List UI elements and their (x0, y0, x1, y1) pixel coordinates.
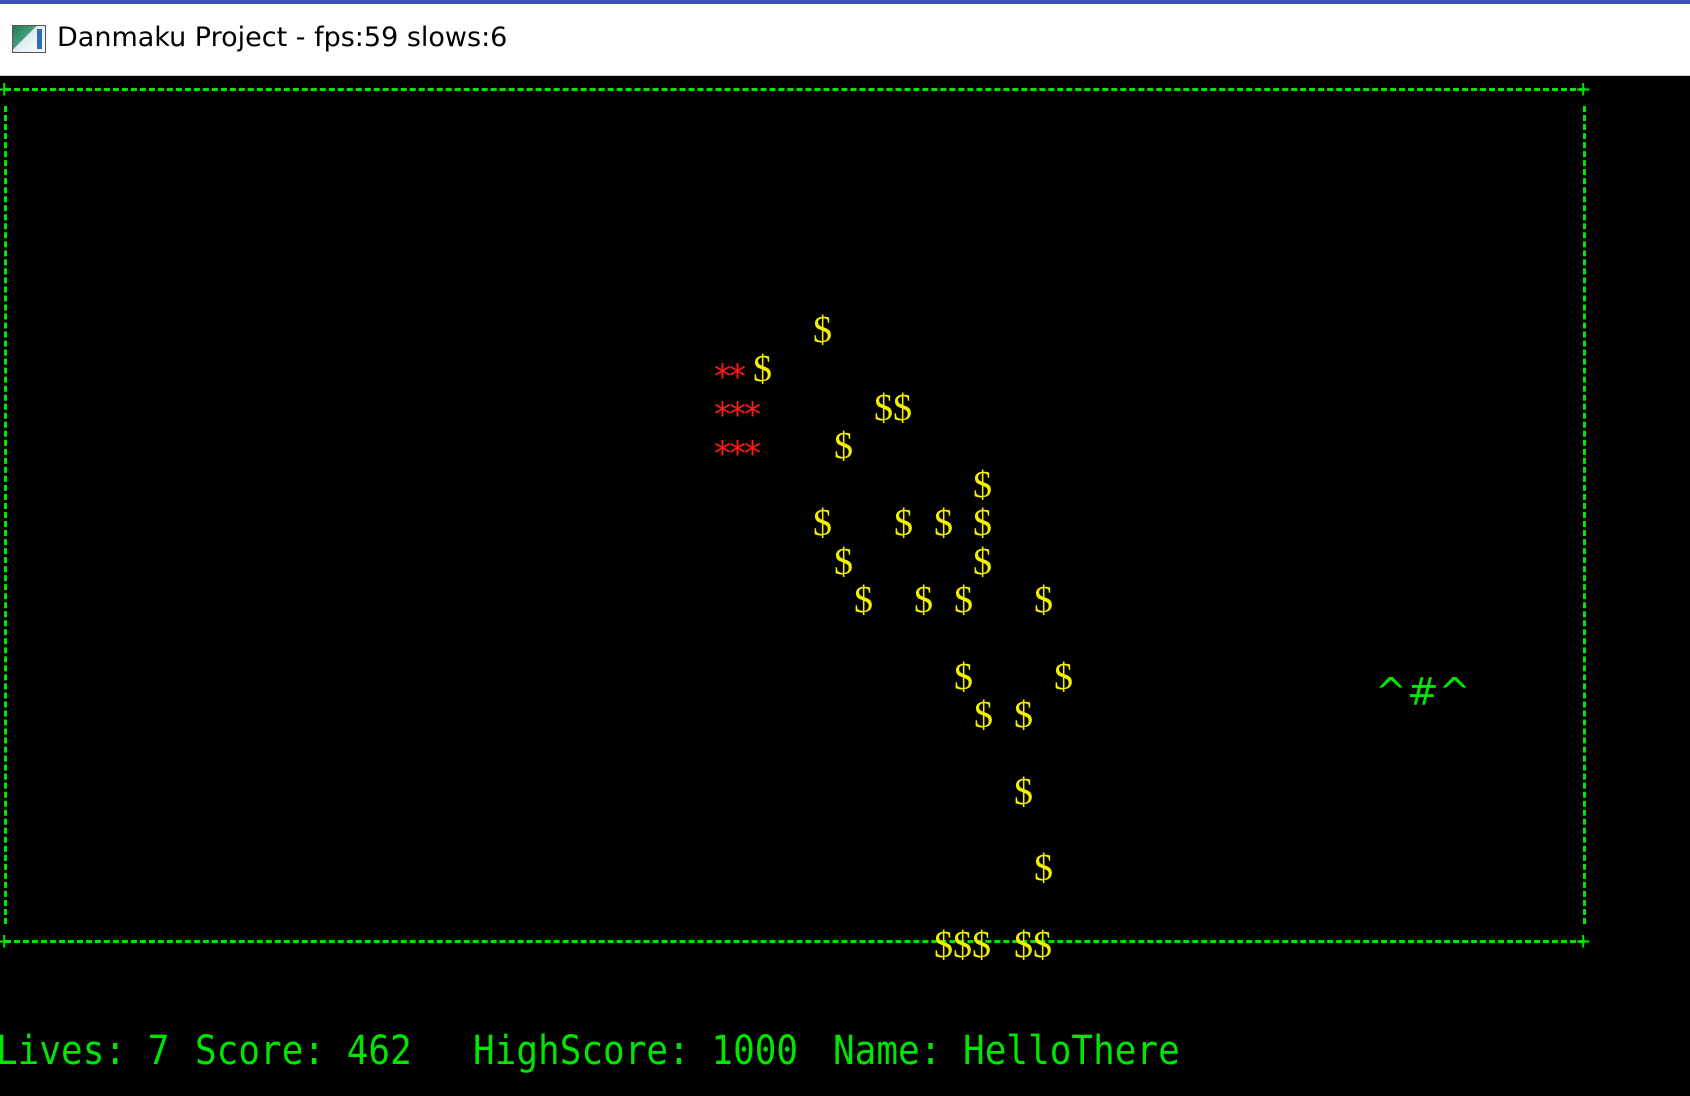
corner-top-right: + (1576, 75, 1591, 103)
bullet: $ (974, 694, 993, 736)
bullet: $ (1034, 847, 1053, 889)
corner-bottom-left: + (0, 927, 12, 955)
bullet: $ (1014, 694, 1033, 736)
bullet: $ (973, 502, 992, 544)
playfield-bottom-border (5, 940, 1585, 943)
hud-highscore: HighScore: 1000 (473, 1028, 799, 1074)
bullet: $ (934, 502, 953, 544)
bullet-pair: $$ (874, 387, 912, 429)
corner-top-left: + (0, 75, 12, 103)
playfield-top-border (5, 88, 1585, 91)
bullet-cluster-triple: $$$ (934, 924, 991, 966)
enemy-row-1: ** (714, 357, 746, 397)
bullet: $ (834, 425, 853, 467)
bullet: $ (753, 348, 772, 390)
console-app-icon (12, 25, 46, 53)
bullet: $ (854, 579, 873, 621)
bullet: $ (954, 656, 973, 698)
hud-player-name: Name: HelloThere (833, 1028, 1180, 1074)
bullet-cluster-pair: $$ (1014, 924, 1052, 966)
bullet: $ (954, 579, 973, 621)
title-bar[interactable]: Danmaku Project - fps:59 slows:6 (0, 4, 1690, 76)
playfield-right-border (1583, 106, 1586, 924)
hud-score: Score: 462 (195, 1028, 412, 1074)
enemy-row-3: *** (714, 434, 761, 474)
enemy-row-2: *** (714, 395, 761, 435)
hud-lives: Lives: 7 (0, 1028, 170, 1074)
bullet: $ (894, 502, 913, 544)
bullet: $ (1014, 771, 1033, 813)
bullet: $ (973, 541, 992, 583)
bullet: $ (813, 309, 832, 351)
bullet: $ (1034, 579, 1053, 621)
bullet: $ (813, 502, 832, 544)
game-window: Danmaku Project - fps:59 slows:6 + + + +… (0, 0, 1690, 1096)
playfield-left-border (4, 106, 7, 924)
player-ship: ^#^ (1375, 670, 1471, 714)
bullet: $ (973, 464, 992, 506)
window-title: Danmaku Project - fps:59 slows:6 (57, 22, 508, 53)
corner-bottom-right: + (1576, 927, 1591, 955)
playfield[interactable]: + + + + ** *** *** $ $ $$ $ $ $ $ $ $ $ … (0, 76, 1690, 1096)
bullet: $ (914, 579, 933, 621)
bullet: $ (1054, 656, 1073, 698)
bullet: $ (834, 541, 853, 583)
